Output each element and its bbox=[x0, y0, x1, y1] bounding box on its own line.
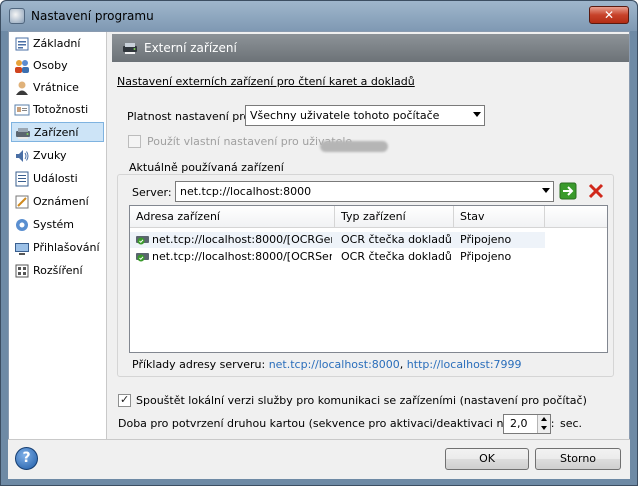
cancel-button[interactable]: Storno bbox=[535, 448, 621, 470]
redacted-username bbox=[320, 141, 388, 152]
confirm-time-stepper[interactable]: 2,0 bbox=[503, 414, 551, 434]
ocr-reader-icon bbox=[136, 253, 149, 262]
sidebar-item-devices[interactable]: Zařízení bbox=[11, 122, 104, 142]
column-type[interactable]: Typ zařízení bbox=[335, 206, 454, 228]
title-bar[interactable]: Nastavení programu ✕ bbox=[1, 1, 637, 31]
sidebar-item-reception[interactable]: Vrátnice bbox=[11, 78, 104, 98]
sidebar-item-label: Přihlašování bbox=[33, 241, 100, 254]
sidebar-item-system[interactable]: Systém bbox=[11, 215, 104, 235]
column-address[interactable]: Adresa zařízení bbox=[130, 206, 335, 228]
sidebar-item-people[interactable]: Osoby bbox=[11, 56, 104, 76]
sidebar-item-basic[interactable]: Základní bbox=[11, 34, 104, 54]
login-icon bbox=[15, 243, 29, 255]
identity-card-icon bbox=[14, 104, 30, 116]
section-title: Nastavení externích zařízení pro čtení k… bbox=[117, 75, 415, 88]
sidebar-item-sounds[interactable]: Zvuky bbox=[11, 146, 104, 166]
devices-icon bbox=[16, 128, 30, 139]
validity-label: Platnost nastavení pro: bbox=[127, 110, 254, 123]
speaker-icon bbox=[16, 150, 29, 162]
local-service-label: Spouštět lokální verzi služby pro komuni… bbox=[136, 394, 587, 407]
confirm-time-value: 2,0 bbox=[510, 417, 528, 430]
settings-window: Nastavení programu ✕ Základní Osoby Vrát… bbox=[0, 0, 638, 486]
chevron-up-icon[interactable] bbox=[541, 417, 547, 421]
devices-group-legend: Aktuálně používaná zařízení bbox=[126, 161, 287, 174]
notification-icon bbox=[15, 195, 29, 209]
app-icon bbox=[9, 8, 25, 24]
page-header: Externí zařízení bbox=[112, 34, 629, 62]
devices-list-header: Adresa zařízení Typ zařízení Stav bbox=[130, 206, 607, 228]
column-status[interactable]: Stav bbox=[454, 206, 545, 228]
page-title: Externí zařízení bbox=[144, 41, 237, 55]
devices-icon bbox=[123, 43, 137, 54]
validity-select-value: Všechny uživatele tohoto počítače bbox=[250, 109, 440, 122]
chevron-down-icon[interactable] bbox=[541, 426, 547, 430]
local-service-checkbox[interactable] bbox=[118, 393, 131, 407]
ocr-reader-icon bbox=[136, 236, 149, 245]
row-status: Připojeno bbox=[460, 233, 512, 246]
sidebar-item-label: Zvuky bbox=[33, 149, 67, 162]
sidebar-item-label: Oznámení bbox=[33, 195, 89, 208]
confirm-time-unit: sec. bbox=[560, 417, 583, 430]
sidebar-item-label: Zařízení bbox=[34, 126, 79, 139]
sidebar-item-label: Osoby bbox=[33, 59, 68, 72]
sidebar-item-label: Základní bbox=[33, 37, 81, 50]
row-address: net.tcp://localhost:8000/[OCRGen... bbox=[152, 233, 332, 246]
sidebar-item-label: Události bbox=[33, 172, 78, 185]
ok-button[interactable]: OK bbox=[445, 448, 529, 470]
own-settings-checkbox[interactable] bbox=[128, 135, 141, 148]
sidebar-item-label: Rozšíření bbox=[33, 264, 83, 277]
server-input-value: net.tcp://localhost:8000 bbox=[180, 185, 312, 198]
window-title: Nastavení programu bbox=[31, 9, 154, 23]
sidebar: Základní Osoby Vrátnice Totožnosti Zaříz… bbox=[9, 32, 107, 440]
reception-icon bbox=[16, 81, 28, 95]
examples-label: Příklady adresy serveru: bbox=[132, 358, 266, 371]
confirm-time-label: Doba pro potvrzení druhou kartou (sekven… bbox=[118, 417, 555, 430]
validity-select[interactable]: Všechny uživatele tohoto počítače bbox=[245, 105, 485, 126]
delete-button[interactable] bbox=[587, 182, 605, 200]
sidebar-item-identity[interactable]: Totožnosti bbox=[11, 100, 104, 120]
examples-separator: , bbox=[399, 358, 404, 371]
chevron-down-icon bbox=[473, 112, 481, 117]
example-link-http[interactable]: http://localhost:7999 bbox=[407, 358, 522, 371]
system-icon bbox=[16, 219, 28, 231]
row-type: OCR čtečka dokladů bbox=[341, 233, 452, 246]
server-examples: Příklady adresy serveru: net.tcp://local… bbox=[132, 358, 522, 371]
sidebar-item-label: Systém bbox=[33, 218, 75, 231]
help-button[interactable]: ? bbox=[15, 447, 38, 470]
table-row[interactable]: net.tcp://localhost:8000/[OCRSerial] OCR… bbox=[130, 249, 545, 265]
events-icon bbox=[15, 171, 29, 187]
close-button[interactable]: ✕ bbox=[589, 6, 629, 24]
sidebar-item-label: Vrátnice bbox=[33, 81, 79, 94]
server-label: Server: bbox=[132, 186, 172, 199]
chevron-down-icon bbox=[542, 188, 550, 193]
basic-settings-icon bbox=[15, 37, 29, 51]
server-input[interactable]: net.tcp://localhost:8000 bbox=[175, 181, 554, 202]
sidebar-item-events[interactable]: Události bbox=[11, 169, 104, 189]
row-address: net.tcp://localhost:8000/[OCRSerial] bbox=[152, 250, 332, 263]
devices-list[interactable]: Adresa zařízení Typ zařízení Stav net.tc… bbox=[129, 205, 608, 353]
table-row[interactable]: net.tcp://localhost:8000/[OCRGen... OCR … bbox=[130, 232, 545, 248]
sidebar-item-notifications[interactable]: Oznámení bbox=[11, 192, 104, 212]
extensions-icon bbox=[15, 264, 29, 278]
sidebar-item-label: Totožnosti bbox=[33, 103, 89, 116]
row-status: Připojeno bbox=[460, 250, 512, 263]
people-icon bbox=[15, 60, 29, 73]
row-type: OCR čtečka dokladů bbox=[341, 250, 452, 263]
sidebar-item-login[interactable]: Přihlašování bbox=[11, 238, 104, 258]
sidebar-item-extensions[interactable]: Rozšíření bbox=[11, 261, 104, 281]
connect-button[interactable] bbox=[559, 182, 577, 200]
stepper-buttons[interactable] bbox=[537, 415, 550, 433]
example-link-tcp[interactable]: net.tcp://localhost:8000 bbox=[269, 358, 400, 371]
